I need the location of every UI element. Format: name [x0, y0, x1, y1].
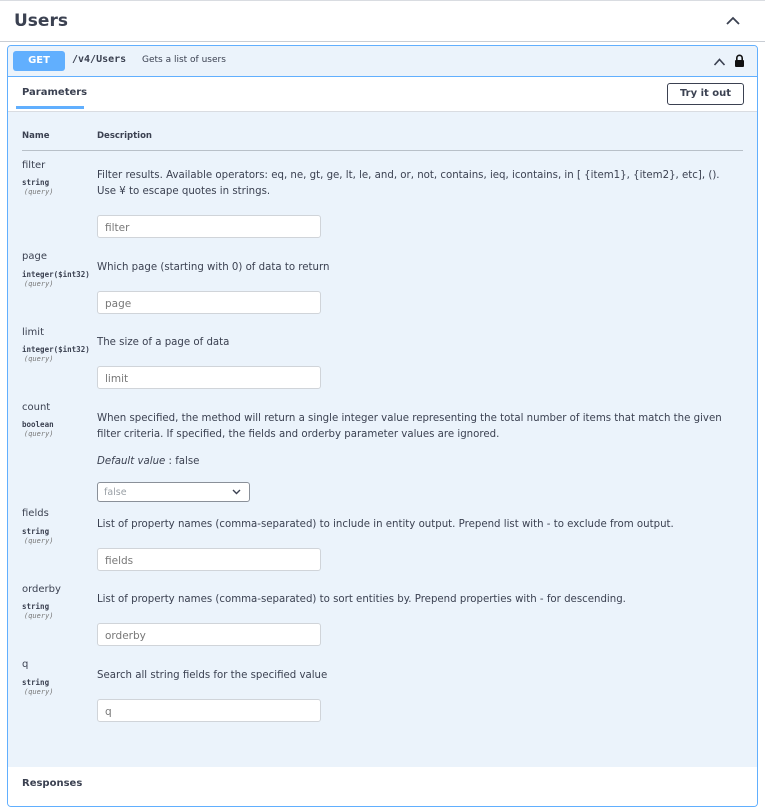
param-description: The size of a page of data: [97, 337, 230, 348]
param-name: filter: [22, 160, 46, 171]
tag-section-header[interactable]: Users: [0, 1, 765, 42]
param-description: When specified, the method will return a…: [97, 411, 747, 443]
operation-path: /v4/Users: [72, 54, 127, 65]
lock-icon[interactable]: [734, 54, 745, 67]
column-header-description: Description: [97, 131, 152, 141]
default-value: Default value : false: [97, 456, 199, 467]
header-divider: [22, 150, 743, 151]
param-description-line: When specified, the method will return a…: [97, 413, 722, 424]
responses-title: Responses: [22, 778, 83, 789]
param-location: (query): [24, 537, 54, 545]
param-name: count: [22, 402, 51, 413]
column-header-name: Name: [22, 131, 50, 141]
param-location: (query): [24, 612, 54, 620]
param-type: integer($int32): [22, 345, 90, 354]
count-select-value: false: [104, 487, 127, 498]
count-select[interactable]: false: [97, 482, 250, 502]
fields-input[interactable]: fields: [97, 548, 321, 571]
param-type: string: [22, 178, 50, 187]
param-description-line: filter criteria. If specified, the field…: [97, 429, 500, 440]
chevron-up-icon[interactable]: [713, 57, 726, 67]
param-type: string: [22, 527, 50, 536]
operation-summary[interactable]: GET /v4/Users Gets a list of users: [8, 46, 757, 77]
parameters-tab-bar: Parameters Try it out: [8, 77, 757, 112]
param-location: (query): [24, 688, 54, 696]
param-type: string: [22, 602, 50, 611]
tag-title: Users: [14, 11, 68, 31]
param-name: orderby: [22, 584, 61, 595]
chevron-up-icon[interactable]: [725, 15, 741, 27]
orderby-input[interactable]: orderby: [97, 623, 321, 646]
param-name: limit: [22, 327, 44, 338]
chevron-down-icon: [232, 489, 241, 495]
param-description: Which page (starting with 0) of data to …: [97, 262, 330, 273]
param-location: (query): [24, 355, 54, 363]
try-it-out-button[interactable]: Try it out: [667, 83, 744, 105]
param-location: (query): [24, 280, 54, 288]
tab-active-indicator: [16, 106, 84, 109]
tab-parameters[interactable]: Parameters: [22, 87, 87, 98]
param-description: Filter results. Available operators: eq,…: [97, 168, 747, 200]
param-description-line: Filter results. Available operators: eq,…: [97, 170, 720, 181]
method-badge: GET: [13, 51, 65, 71]
param-type: boolean: [22, 420, 54, 429]
param-description: Search all string fields for the specifi…: [97, 670, 328, 681]
param-type: string: [22, 678, 50, 687]
responses-header: Responses: [8, 767, 757, 806]
param-name: fields: [22, 508, 49, 519]
param-location: (query): [24, 430, 54, 438]
param-description-line: Use ¥ to escape quotes in strings.: [97, 186, 271, 197]
filter-input[interactable]: filter: [97, 215, 321, 238]
param-location: (query): [24, 188, 54, 196]
q-input[interactable]: q: [97, 699, 321, 722]
page-input[interactable]: page: [97, 291, 321, 314]
param-name: q: [22, 659, 29, 670]
default-value-text: : false: [168, 456, 200, 467]
param-type: integer($int32): [22, 270, 90, 279]
operation-block: GET /v4/Users Gets a list of users Param…: [7, 45, 758, 807]
param-description: List of property names (comma-separated)…: [97, 519, 674, 530]
default-value-label: Default value: [97, 456, 166, 467]
param-description: List of property names (comma-separated)…: [97, 594, 626, 605]
operation-summary-text: Gets a list of users: [142, 55, 226, 65]
limit-input[interactable]: limit: [97, 366, 321, 389]
param-name: page: [22, 251, 47, 262]
